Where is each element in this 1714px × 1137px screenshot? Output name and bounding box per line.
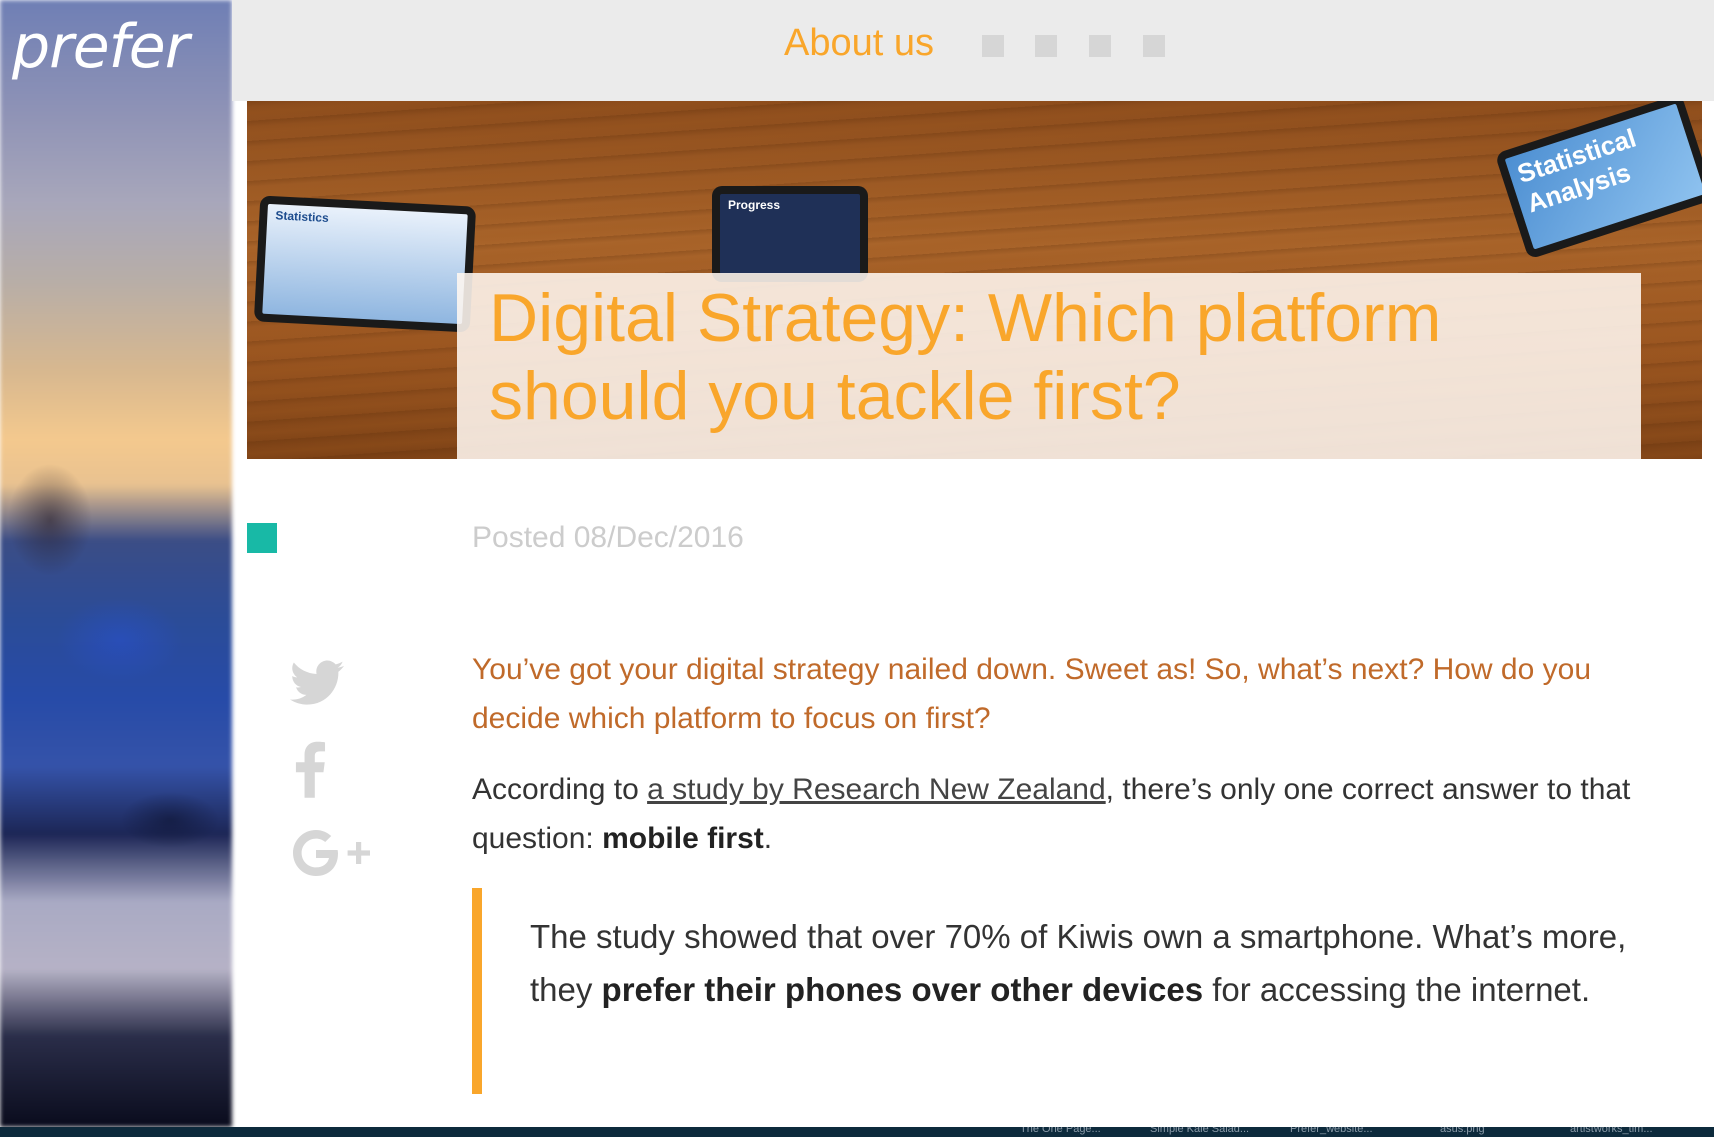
taskbar-item[interactable]: asus.png <box>1440 1127 1485 1135</box>
twitter-share-button[interactable] <box>290 660 344 706</box>
right-margin <box>1702 101 1714 1127</box>
google-plus-share-button[interactable] <box>290 828 370 882</box>
hero-tablet-label: Statistics <box>262 203 468 325</box>
nav-link-about-us[interactable]: About us <box>784 22 934 65</box>
sidebar-overlay <box>0 0 232 1127</box>
para-text: . <box>763 822 773 855</box>
blockquote-accent-bar <box>472 888 482 1094</box>
nav-dot-3[interactable] <box>1089 35 1111 57</box>
facebook-icon <box>295 741 326 798</box>
facebook-share-button[interactable] <box>294 740 326 798</box>
page-title: Digital Strategy: Which platform should … <box>489 280 1442 434</box>
article-paragraph: According to a study by Research New Zea… <box>472 765 1632 863</box>
nav-dot-2[interactable] <box>1035 35 1057 57</box>
hero-tablet-label: Statistical Analysis <box>1504 103 1702 250</box>
hero-tablet-analysis: Statistical Analysis <box>1494 101 1702 260</box>
category-marker <box>247 523 277 553</box>
os-taskbar: The One Page... Simple Kale Salad... Pre… <box>0 1127 1714 1137</box>
taskbar-item[interactable]: Simple Kale Salad... <box>1150 1127 1249 1135</box>
taskbar-item[interactable]: artistworks_tim... <box>1570 1127 1653 1135</box>
quote-text: for accessing the internet. <box>1203 971 1591 1008</box>
top-nav-bar: About us <box>232 0 1714 101</box>
google-plus-icon <box>293 830 370 876</box>
para-emphasis: mobile first <box>602 822 764 855</box>
hero-tablet-progress: Progress <box>712 186 868 282</box>
nav-dot-4[interactable] <box>1143 35 1165 57</box>
research-nz-study-link[interactable]: a study by Research New Zealand <box>647 773 1106 806</box>
page: prefer About us Statistics Progress Stat… <box>0 0 1714 1137</box>
quote-emphasis: prefer their phones over other devices <box>601 971 1204 1008</box>
posted-date: Posted 08/Dec/2016 <box>472 521 744 554</box>
nav-dot-1[interactable] <box>982 35 1004 57</box>
blockquote: The study showed that over 70% of Kiwis … <box>530 910 1640 1016</box>
hero-tablet-label: Progress <box>720 194 860 274</box>
hero-banner: Statistics Progress Statistical Analysis… <box>247 101 1702 459</box>
twitter-icon <box>290 660 344 705</box>
prefer-logo[interactable]: prefer <box>12 12 189 82</box>
taskbar-item[interactable]: Prefer_website... <box>1290 1127 1373 1135</box>
article-intro: You’ve got your digital strategy nailed … <box>472 653 1592 735</box>
hero-tablet-statistics: Statistics <box>253 195 477 333</box>
para-text: According to <box>472 773 648 806</box>
taskbar-item[interactable]: The One Page... <box>1020 1127 1101 1135</box>
